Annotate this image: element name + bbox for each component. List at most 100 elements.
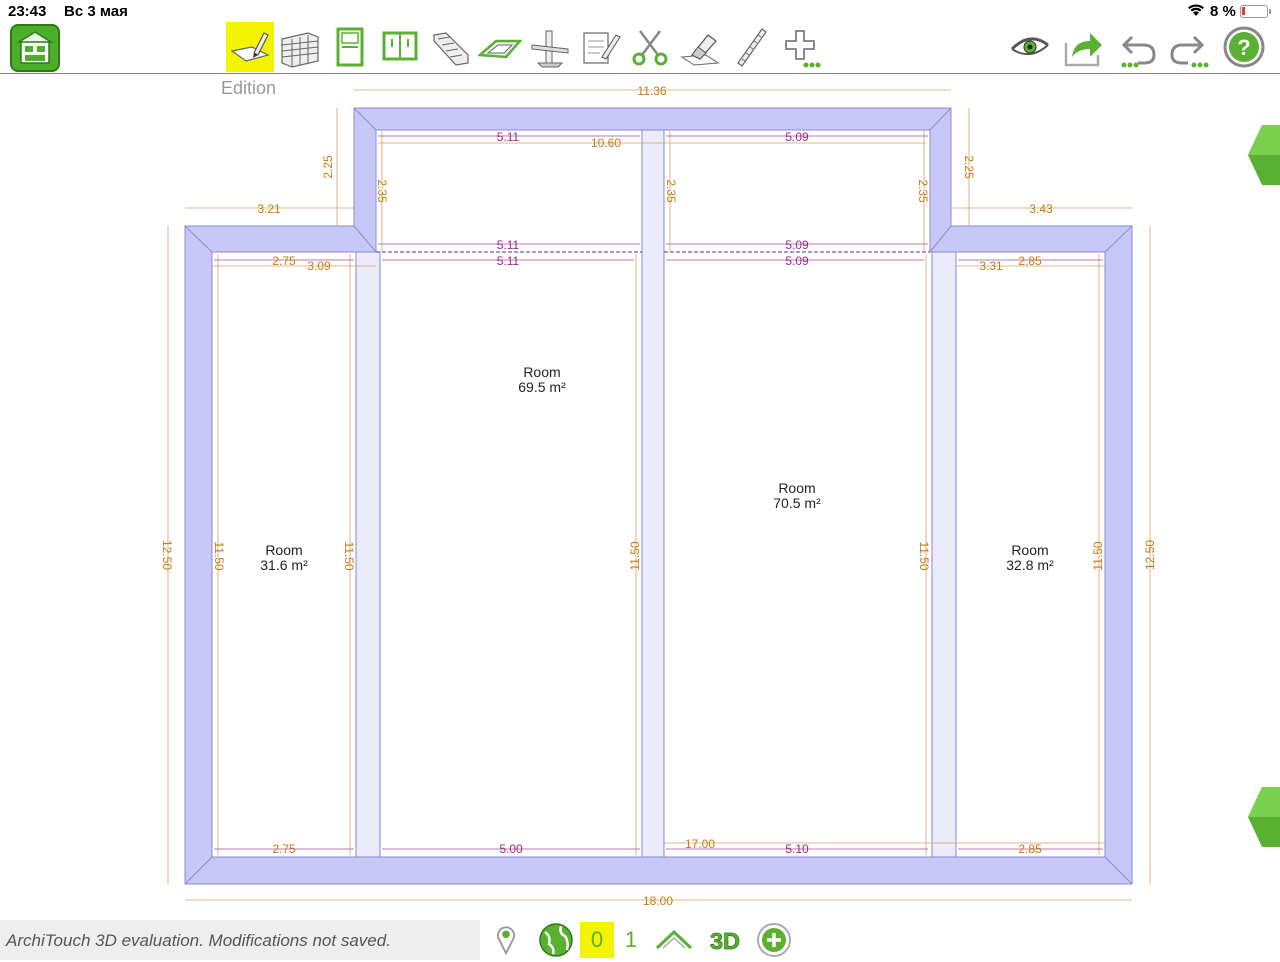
plus-more-icon [785, 30, 821, 68]
dim-label: 17.00 [685, 837, 715, 851]
dim-label: 11.50 [628, 541, 642, 570]
wall-tool-button[interactable] [276, 22, 324, 72]
measure-tool-button[interactable] [726, 22, 774, 72]
toolbar: ? [0, 22, 1280, 74]
roof-button[interactable] [654, 922, 694, 958]
room-label-large-left[interactable]: Room 69.5 m² [518, 364, 566, 395]
wifi-icon [1188, 4, 1204, 16]
site-view-button[interactable] [536, 922, 576, 958]
3d-icon: 3D [710, 928, 741, 955]
status-message: ArchiTouch 3D evaluation. Modifications … [0, 920, 480, 960]
edit-tool-button[interactable] [226, 22, 274, 72]
svg-text:?: ? [1237, 35, 1250, 60]
interior-wall-middle[interactable] [641, 129, 665, 858]
door-tool-button[interactable] [326, 22, 374, 72]
view-button[interactable] [1006, 22, 1054, 72]
add-circle-icon [757, 923, 791, 957]
beam-icon [531, 30, 569, 68]
slab-tool-button[interactable] [476, 22, 524, 72]
ruler-icon [737, 28, 767, 67]
floor-1-button[interactable]: 1 [620, 922, 642, 958]
dim-label: 11.50 [212, 541, 226, 570]
room-area: 69.5 m² [518, 379, 566, 395]
dim-label: 11.36 [637, 84, 666, 98]
room-label-small-left[interactable]: Room 31.6 m² [260, 542, 308, 573]
redo-icon [1170, 35, 1209, 68]
beam-tool-button[interactable] [526, 22, 574, 72]
dim-label: 2.35 [664, 179, 678, 203]
dim-label: 12.50 [160, 540, 174, 570]
dim-label: 11.50 [917, 541, 931, 570]
window-icon [382, 31, 418, 61]
3d-label: 3D [710, 928, 740, 954]
battery-percent: 8 % [1210, 3, 1236, 20]
dim-label: 3.31 [979, 259, 1003, 273]
interior-wall-left[interactable] [355, 251, 381, 858]
pencil-ruler-icon [230, 32, 270, 62]
dim-label: 2.85 [1018, 254, 1042, 268]
room-label-large-right[interactable]: Room 70.5 m² [773, 480, 821, 511]
dim-label: 2.75 [272, 842, 296, 856]
dim-label: 2.25 [962, 155, 976, 179]
app-logo-button[interactable] [10, 24, 60, 72]
eraser-icon [680, 34, 720, 66]
clock: 23:43 [8, 3, 47, 20]
note-tool-button[interactable] [576, 22, 624, 72]
help-icon: ? [1223, 26, 1265, 68]
room-label-small-right[interactable]: Room 32.8 m² [1006, 542, 1054, 573]
dim-label: 18.00 [643, 894, 673, 908]
window-tool-button[interactable] [376, 22, 424, 72]
dim-label: 11.50 [1091, 541, 1105, 570]
room-area: 32.8 m² [1006, 557, 1054, 573]
battery-icon [1240, 5, 1271, 18]
dim-label: 5.11 [497, 254, 520, 268]
stairs-icon [433, 32, 469, 66]
scissors-icon [632, 30, 668, 66]
eye-icon [1010, 37, 1049, 56]
side-panel-arrow-bottom[interactable] [1248, 787, 1280, 847]
slab-icon [478, 39, 522, 59]
roof-icon [655, 929, 693, 950]
3d-view-button[interactable]: 3D [704, 922, 746, 958]
dim-label: 3.21 [257, 202, 281, 216]
dim-label: 5.09 [785, 130, 809, 144]
room-area: 70.5 m² [773, 495, 821, 511]
room-name: Room [778, 480, 815, 496]
door-icon [336, 27, 364, 67]
floor-plan-canvas[interactable]: 11.36 10.60 3.21 3.43 2.75 3.09 2.85 3.3… [0, 76, 1250, 920]
stairs-tool-button[interactable] [426, 22, 474, 72]
interior-wall-right[interactable] [931, 251, 957, 858]
erase-tool-button[interactable] [676, 22, 724, 72]
dim-label: 5.11 [497, 130, 520, 144]
dim-label: 3.43 [1029, 202, 1053, 216]
share-button[interactable] [1058, 22, 1106, 72]
room-area: 31.6 m² [260, 557, 308, 573]
status-bar: 23:43 Вс 3 мая 8 % [0, 0, 1280, 22]
room-name: Room [1011, 542, 1048, 558]
dim-label: 3.09 [307, 259, 331, 273]
dim-label: 2.85 [1018, 842, 1042, 856]
brick-wall-icon [281, 32, 319, 68]
help-button[interactable]: ? [1220, 22, 1268, 72]
dim-label: 5.10 [785, 842, 809, 856]
dim-label: 2.75 [272, 254, 296, 268]
undo-icon [1121, 35, 1156, 68]
bottom-bar: ArchiTouch 3D evaluation. Modifications … [0, 920, 1280, 960]
add-floor-button[interactable] [754, 922, 794, 958]
undo-button[interactable] [1114, 22, 1162, 72]
dim-label: 2.35 [916, 179, 930, 203]
floor-0-button[interactable]: 0 [580, 922, 614, 958]
more-tools-button[interactable] [776, 22, 824, 72]
dim-label: 12.50 [1143, 540, 1157, 570]
dim-label: 10.60 [591, 136, 621, 150]
cut-tool-button[interactable] [626, 22, 674, 72]
date: Вс 3 мая [64, 3, 128, 20]
dim-label: 2.35 [375, 179, 389, 203]
dim-label: 5.00 [499, 842, 523, 856]
location-button[interactable] [488, 922, 524, 958]
house-logo-icon [16, 31, 54, 64]
share-icon [1064, 33, 1102, 67]
side-panel-arrow-top[interactable] [1248, 125, 1280, 185]
redo-button[interactable] [1164, 22, 1212, 72]
note-pencil-icon [583, 32, 621, 64]
